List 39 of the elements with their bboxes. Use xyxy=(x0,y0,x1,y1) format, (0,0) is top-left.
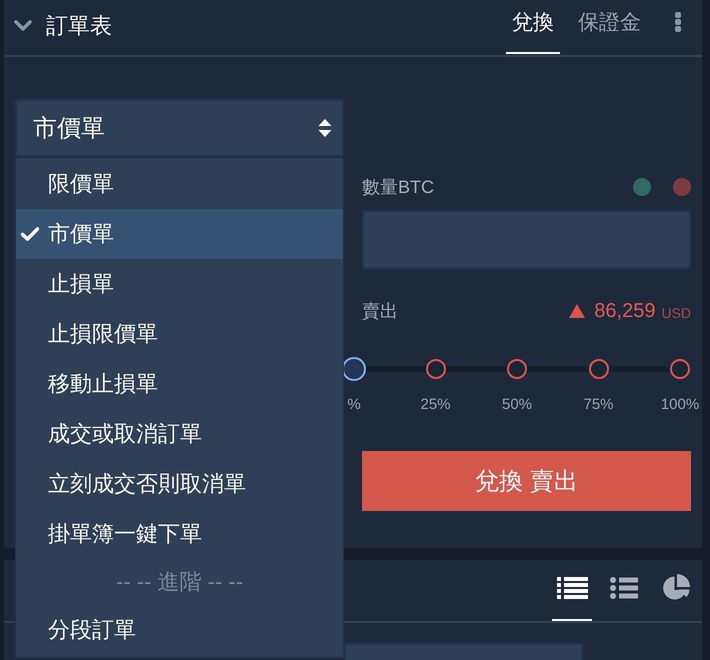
quantity-input[interactable] xyxy=(362,210,691,269)
input-field[interactable] xyxy=(344,643,583,660)
dropdown-option[interactable]: 成交或取消訂單 xyxy=(16,409,343,459)
list-icon xyxy=(556,576,588,600)
dropdown-option[interactable]: 止損單 xyxy=(16,259,343,309)
more-options-icon[interactable] xyxy=(675,12,681,32)
chevron-down-icon[interactable] xyxy=(14,20,32,32)
percent-label: 100% xyxy=(660,396,700,414)
up-triangle-icon xyxy=(569,304,586,318)
order-type-select[interactable]: 市價單 xyxy=(15,99,344,157)
dropdown-option[interactable]: 止損限價單 xyxy=(16,309,343,359)
currency-label: USD xyxy=(661,305,691,321)
price-value: 86,259 xyxy=(594,300,656,322)
dropdown-option[interactable]: 立刻成交否則取消單 xyxy=(16,459,343,509)
step-ring-icon[interactable] xyxy=(588,359,608,379)
percent-label: 75% xyxy=(583,396,614,414)
dropdown-option[interactable]: 限價單 xyxy=(16,159,343,209)
up-down-caret-icon xyxy=(318,118,332,138)
step-ring-icon[interactable] xyxy=(507,359,527,379)
dropdown-group-label: -- -- 進階 -- -- xyxy=(114,568,244,596)
checkmark-icon xyxy=(21,227,39,241)
dropdown-option[interactable]: 掛單簿一鍵下單 xyxy=(16,509,343,559)
step-ring-icon[interactable] xyxy=(426,359,446,379)
percent-label: 25% xyxy=(420,396,451,414)
side-label: 賣出 xyxy=(362,300,398,323)
bulleted-list-icon xyxy=(610,577,638,599)
quantity-label: 數量BTC xyxy=(362,176,434,199)
slider-thumb[interactable] xyxy=(342,357,366,381)
panel-tab[interactable]: 保證金 xyxy=(572,0,647,54)
dropdown-option[interactable]: 市價單 xyxy=(16,209,343,259)
panel-title: 訂單表 xyxy=(46,12,112,40)
dropdown-option[interactable]: 移動止損單 xyxy=(16,359,343,409)
sell-button[interactable]: 兌換 賣出 xyxy=(362,451,691,511)
panel-tab[interactable]: 兌換 xyxy=(506,0,560,54)
step-ring-icon[interactable] xyxy=(670,359,690,379)
pie-chart-icon xyxy=(662,574,690,602)
dropdown-option[interactable]: 分段訂單 xyxy=(16,605,343,655)
percent-label: 50% xyxy=(502,396,532,414)
percent-label: % xyxy=(347,396,361,414)
